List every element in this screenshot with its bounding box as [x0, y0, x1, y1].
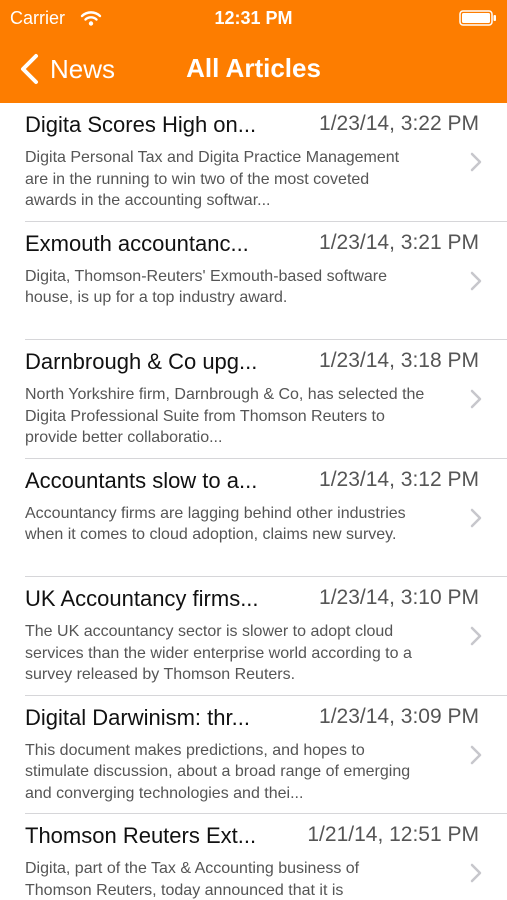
article-date: 1/23/14, 3:22 PM [319, 112, 479, 135]
list-item[interactable]: Digital Darwinism: thr... 1/23/14, 3:09 … [0, 696, 507, 815]
article-summary: Digita Personal Tax and Digita Practice … [25, 149, 400, 209]
chevron-right-icon [470, 271, 482, 290]
article-date: 1/23/14, 3:18 PM [319, 349, 479, 372]
article-date: 1/23/14, 3:10 PM [319, 586, 479, 609]
article-list[interactable]: Digita Scores High on... 1/23/14, 3:22 P… [0, 103, 507, 900]
clock: 12:31 PM [214, 8, 293, 28]
list-item[interactable]: Thomson Reuters Ext... 1/21/14, 12:51 PM… [0, 814, 507, 900]
list-item[interactable]: Exmouth accountanc... 1/23/14, 3:21 PM D… [0, 222, 507, 341]
page-title: All Articles [186, 53, 321, 83]
header: Carrier 12:31 PM News All Articles [0, 0, 507, 103]
chevron-right-icon [470, 745, 482, 764]
list-item[interactable]: UK Accountancy firms... 1/23/14, 3:10 PM… [0, 577, 507, 696]
article-title: Accountants slow to a... [25, 467, 258, 493]
article-date: 1/21/14, 12:51 PM [307, 823, 479, 846]
battery-icon [459, 10, 496, 26]
article-title: Darnbrough & Co upg... [25, 349, 258, 374]
chevron-right-icon [470, 152, 482, 172]
article-title: Digital Darwinism: thr... [25, 704, 250, 730]
article-date: 1/23/14, 3:21 PM [319, 230, 479, 254]
article-summary: This document makes predictions, and hop… [25, 741, 411, 802]
list-item[interactable]: Digita Scores High on... 1/23/14, 3:22 P… [0, 103, 507, 222]
article-summary: The UK accountancy sector is slower to a… [25, 623, 412, 683]
chevron-right-icon [470, 508, 482, 527]
chevron-right-icon [470, 626, 482, 646]
list-item[interactable]: Accountants slow to a... 1/23/14, 3:12 P… [0, 459, 507, 578]
article-date: 1/23/14, 3:12 PM [319, 467, 479, 491]
chevron-right-icon [470, 863, 482, 883]
nav-bar: News All Articles [0, 36, 507, 103]
list-item[interactable]: Darnbrough & Co upg... 1/23/14, 3:18 PM … [0, 340, 507, 459]
article-title: UK Accountancy firms... [25, 586, 259, 611]
article-title: Exmouth accountanc... [25, 230, 249, 256]
status-bar: Carrier 12:31 PM [0, 0, 507, 36]
article-date: 1/23/14, 3:09 PM [319, 704, 479, 728]
article-summary: Digita, part of the Tax & Accounting bus… [25, 860, 360, 899]
article-title: Thomson Reuters Ext... [25, 823, 257, 848]
article-title: Digita Scores High on... [25, 112, 257, 137]
article-summary: North Yorkshire firm, Darnbrough & Co, h… [25, 386, 425, 446]
chevron-right-icon [470, 389, 482, 409]
article-summary: Digita, Thomson-Reuters' Exmouth-based s… [25, 267, 388, 307]
article-summary: Accountancy firms are lagging behind oth… [25, 504, 406, 544]
